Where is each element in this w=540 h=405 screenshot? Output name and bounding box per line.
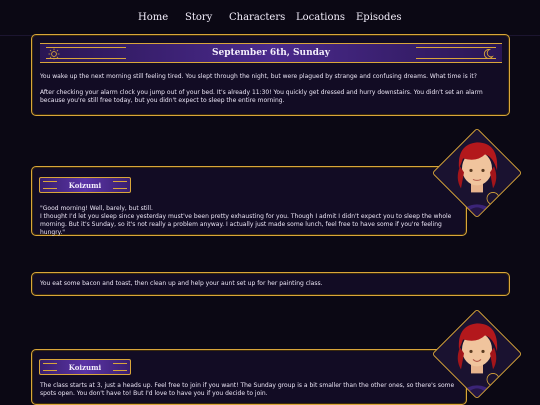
intro-paragraph: After checking your alarm clock you jump… xyxy=(40,89,483,104)
speaker-name: Koizumi xyxy=(68,181,102,190)
speaker-tag: Koizumi xyxy=(39,177,131,193)
dialogue-text: "Good morning! Well, barely, but still. … xyxy=(40,205,460,237)
moon-icon xyxy=(483,49,494,59)
dialogue-line: I thought I'd let you sleep since yester… xyxy=(40,213,452,236)
nav-locations[interactable]: Locations xyxy=(296,12,345,23)
dialogue-panel: Koizumi The class starts at 3, just a he… xyxy=(31,349,467,405)
speaker-tag: Koizumi xyxy=(39,359,131,375)
intro-panel: September 6th, Sunday You wake up the ne… xyxy=(31,34,510,116)
intro-paragraph: You wake up the next morning still feeli… xyxy=(40,73,477,80)
speaker-name: Koizumi xyxy=(68,363,102,372)
nav-characters[interactable]: Characters xyxy=(229,12,285,23)
narration-panel: You eat some bacon and toast, then clean… xyxy=(31,272,510,296)
date-banner: September 6th, Sunday xyxy=(40,43,502,63)
dialogue-panel: Koizumi "Good morning! Well, barely, but… xyxy=(31,166,467,236)
nav-home[interactable]: Home xyxy=(138,12,168,23)
dialogue-text: The class starts at 3, just a heads up. … xyxy=(40,382,460,398)
date-title: September 6th, Sunday xyxy=(212,48,330,58)
nav-story[interactable]: Story xyxy=(185,12,212,23)
dialogue-line: The class starts at 3, just a heads up. … xyxy=(40,382,455,397)
dialogue-line: "Good morning! Well, barely, but still. xyxy=(40,205,153,212)
intro-text: You wake up the next morning still feeli… xyxy=(40,73,502,113)
nav-episodes[interactable]: Episodes xyxy=(356,12,402,23)
narration-text: You eat some bacon and toast, then clean… xyxy=(40,280,323,287)
main-nav: Home Story Characters Locations Episodes xyxy=(0,0,540,36)
